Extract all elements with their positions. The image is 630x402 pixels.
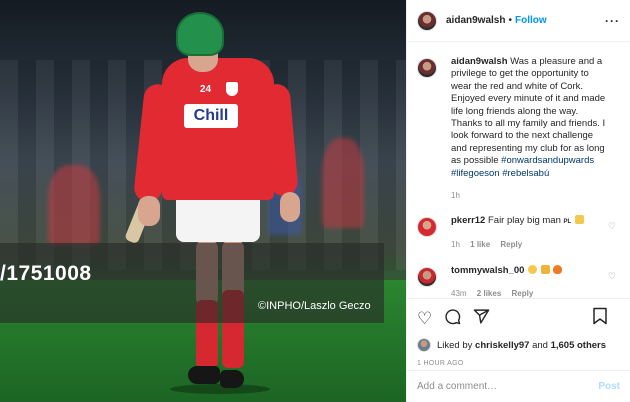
likes-others[interactable]: 1,605 others bbox=[551, 340, 606, 351]
watermark-id: /1751008 bbox=[0, 262, 92, 285]
follow-button[interactable]: Follow bbox=[515, 15, 547, 26]
share-plane-icon[interactable] bbox=[473, 308, 490, 330]
comment-emoji: PL bbox=[563, 219, 572, 226]
comment-text: Fair play big man bbox=[487, 215, 561, 227]
comment-username[interactable]: pkerr12 bbox=[451, 215, 485, 226]
comment-like-heart-icon[interactable]: ♡ bbox=[608, 271, 616, 282]
comment-username[interactable]: tommywalsh_00 bbox=[451, 265, 524, 276]
photo-credit: ©INPHO/Laszlo Geczo bbox=[258, 300, 371, 312]
reply-button[interactable]: Reply bbox=[500, 240, 522, 249]
liker-avatar[interactable] bbox=[417, 338, 431, 352]
comment-bubble-icon[interactable] bbox=[444, 308, 461, 330]
emoji-icon bbox=[574, 215, 584, 225]
likes-summary: Liked by chriskelly97 and 1,605 others bbox=[417, 338, 620, 352]
comment-item: pkerr12 Fair play big man PL 1h 1 like R… bbox=[417, 215, 620, 251]
commenter-avatar[interactable] bbox=[417, 267, 437, 288]
player-hand bbox=[280, 192, 300, 222]
more-options-icon[interactable]: ··· bbox=[605, 14, 620, 28]
heart-emoji-icon bbox=[528, 265, 538, 275]
liked-by-prefix: Liked by bbox=[437, 339, 473, 351]
commenter-avatar[interactable] bbox=[417, 217, 437, 238]
comment-likes[interactable]: 2 likes bbox=[477, 289, 501, 298]
comment-time: 43m bbox=[451, 288, 467, 298]
player-jersey bbox=[162, 58, 274, 200]
reply-button[interactable]: Reply bbox=[512, 289, 534, 298]
muscle-emoji-icon bbox=[540, 265, 550, 275]
liked-by-and: and bbox=[532, 339, 548, 351]
caption-time: 1h bbox=[451, 191, 460, 201]
header-separator: • bbox=[508, 15, 512, 26]
post-comment-button[interactable]: Post bbox=[598, 381, 620, 392]
comment-like-heart-icon[interactable]: ♡ bbox=[608, 221, 616, 232]
player-helmet bbox=[176, 12, 224, 56]
post-actions: ♡ Liked by chriskelly97 and 1,605 others… bbox=[407, 298, 630, 367]
player-hand bbox=[138, 196, 160, 226]
jersey-number: 24 bbox=[200, 84, 212, 95]
author-username[interactable]: aidan9walsh bbox=[446, 15, 505, 26]
caption: aidan9walsh Was a pleasure and a privile… bbox=[417, 56, 620, 202]
instagram-post: 24 Chill /1751008 ©INPHO/Laszlo Geczo ai… bbox=[0, 0, 630, 402]
comment-likes[interactable]: 1 like bbox=[470, 240, 490, 249]
post-sidebar: aidan9walsh • Follow ··· aidan9walsh Was… bbox=[406, 0, 630, 402]
like-heart-icon[interactable]: ♡ bbox=[417, 309, 432, 329]
jersey-sponsor: Chill bbox=[184, 104, 238, 128]
caption-username[interactable]: aidan9walsh bbox=[451, 56, 508, 67]
comment-time: 1h bbox=[451, 239, 460, 249]
player-boot bbox=[188, 366, 220, 384]
add-comment-bar: Add a comment… Post bbox=[407, 370, 630, 402]
author-avatar[interactable] bbox=[417, 10, 437, 31]
caption-text: Was a pleasure and a privilege to get th… bbox=[451, 56, 606, 167]
post-date[interactable]: 1 HOUR AGO bbox=[417, 360, 620, 367]
author-avatar[interactable] bbox=[417, 58, 437, 78]
comment-input[interactable]: Add a comment… bbox=[417, 381, 497, 392]
liker-username[interactable]: chriskelly97 bbox=[475, 340, 529, 351]
background-player bbox=[48, 165, 100, 245]
comments-scroll-area[interactable]: aidan9walsh Was a pleasure and a privile… bbox=[407, 42, 630, 298]
player-shorts bbox=[176, 196, 260, 242]
background-player bbox=[322, 138, 364, 228]
fire-emoji-icon bbox=[553, 265, 563, 275]
jersey-crest bbox=[226, 82, 238, 96]
post-header: aidan9walsh • Follow ··· bbox=[407, 0, 630, 42]
bookmark-icon[interactable] bbox=[592, 307, 608, 331]
comment-item: tommywalsh_00 43m 2 likes Reply ♡ bbox=[417, 265, 620, 298]
player-boot bbox=[220, 370, 244, 388]
post-photo[interactable]: 24 Chill /1751008 ©INPHO/Laszlo Geczo bbox=[0, 0, 406, 402]
